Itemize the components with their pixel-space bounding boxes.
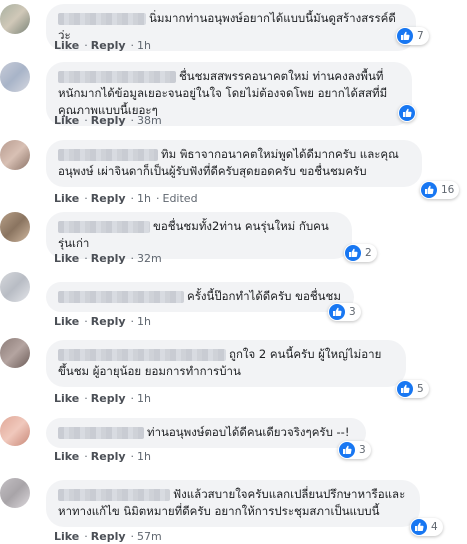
- separator: ·: [84, 192, 88, 205]
- separator: ·: [130, 39, 135, 52]
- thumbs-up-icon: [339, 442, 355, 458]
- like-link[interactable]: Like: [54, 252, 79, 265]
- separator: ·: [130, 252, 135, 265]
- like-count-badge[interactable]: 4: [410, 518, 443, 536]
- thumbs-up-icon: [397, 381, 413, 397]
- comment-bubble: ทิม พิธาจากอนาคตใหม่พูดได้ดีมากครับ และค…: [46, 140, 422, 187]
- comment-time[interactable]: 1h: [137, 192, 151, 205]
- separator: ·: [84, 39, 88, 52]
- thumbs-up-icon: [411, 519, 427, 535]
- commenter-name-redacted[interactable]: [58, 70, 176, 83]
- avatar[interactable]: [0, 140, 30, 170]
- comment-text: ท่านอนุพงษ์ตอบได้ดีคนเดียวจริงๆครับ --!: [147, 425, 350, 439]
- commenter-name-redacted[interactable]: [58, 220, 150, 233]
- thumbs-up-icon: [397, 28, 413, 44]
- like-badge[interactable]: [398, 104, 416, 122]
- like-count: 2: [365, 247, 372, 259]
- separator: ·: [156, 192, 160, 205]
- comment-actions: Like · Reply · 32m: [54, 252, 164, 265]
- like-link[interactable]: Like: [54, 392, 79, 405]
- comment-actions: Like · Reply · 1h: [54, 315, 153, 328]
- avatar[interactable]: [0, 212, 30, 242]
- like-count: 4: [431, 521, 438, 533]
- like-count-badge[interactable]: 2: [344, 244, 377, 262]
- separator: ·: [130, 450, 135, 463]
- reply-link[interactable]: Reply: [91, 252, 126, 265]
- commenter-name-redacted[interactable]: [58, 426, 144, 439]
- thumbs-up-icon: [329, 304, 345, 320]
- thumbs-up-icon: [421, 182, 437, 198]
- like-count: 16: [441, 184, 455, 196]
- like-count-badge[interactable]: 5: [396, 380, 429, 398]
- comment-actions: Like · Reply · 38m: [54, 114, 164, 127]
- like-count-badge[interactable]: 3: [338, 441, 371, 459]
- commenter-name-redacted[interactable]: [58, 148, 158, 161]
- separator: ·: [130, 392, 135, 405]
- reply-link[interactable]: Reply: [91, 114, 126, 127]
- like-link[interactable]: Like: [54, 114, 79, 127]
- like-count: 3: [359, 444, 366, 456]
- separator: ·: [84, 450, 88, 463]
- like-link[interactable]: Like: [54, 450, 79, 463]
- like-link[interactable]: Like: [54, 530, 79, 543]
- separator: ·: [84, 252, 88, 265]
- comment-time[interactable]: 32m: [137, 252, 162, 265]
- reply-link[interactable]: Reply: [91, 192, 126, 205]
- reply-link[interactable]: Reply: [91, 315, 126, 328]
- avatar[interactable]: [0, 416, 30, 446]
- thumbs-up-icon: [345, 245, 361, 261]
- comment-bubble: ท่านอนุพงษ์ตอบได้ดีคนเดียวจริงๆครับ --!: [46, 418, 366, 448]
- like-count: 7: [417, 30, 424, 42]
- like-count-badge[interactable]: 16: [420, 181, 460, 199]
- comment-time[interactable]: 38m: [137, 114, 162, 127]
- separator: ·: [84, 530, 88, 543]
- like-count: 3: [349, 306, 356, 318]
- comment-actions: Like · Reply · 1h: [54, 392, 153, 405]
- comment-time[interactable]: 1h: [137, 392, 151, 405]
- separator: ·: [130, 114, 135, 127]
- like-link[interactable]: Like: [54, 192, 79, 205]
- commenter-name-redacted[interactable]: [58, 488, 170, 501]
- separator: ·: [130, 192, 135, 205]
- comment-bubble: ถูกใจ 2 คนนี้ครับ ผู้ใหญ่ไม่อายขึ้นชม ผู…: [46, 340, 406, 387]
- comment-actions: Like · Reply · 57m: [54, 530, 164, 543]
- avatar[interactable]: [0, 478, 30, 508]
- comment-time[interactable]: 1h: [137, 315, 151, 328]
- comment-bubble: ครั้งนี้ป๊อกทำได้ดีครับ ขอชื่นชม: [46, 282, 354, 312]
- comment-bubble: ฟังแล้วสบายใจครับแลกเปลี่ยนปรึกษาหารือแล…: [46, 480, 420, 527]
- separator: ·: [84, 392, 88, 405]
- separator: ·: [84, 315, 88, 328]
- comment-actions: Like · Reply · 1h: [54, 450, 153, 463]
- comment-time[interactable]: 1h: [137, 39, 151, 52]
- avatar[interactable]: [0, 62, 30, 92]
- reply-link[interactable]: Reply: [91, 530, 126, 543]
- comment-actions: Like · Reply · 1h: [54, 39, 153, 52]
- commenter-name-redacted[interactable]: [58, 12, 146, 25]
- comment-time[interactable]: 1h: [137, 450, 151, 463]
- like-count-badge[interactable]: 7: [396, 27, 429, 45]
- separator: ·: [130, 530, 135, 543]
- like-link[interactable]: Like: [54, 39, 79, 52]
- avatar[interactable]: [0, 272, 30, 302]
- like-count-badge[interactable]: 3: [328, 303, 361, 321]
- reply-link[interactable]: Reply: [91, 450, 126, 463]
- reply-link[interactable]: Reply: [91, 39, 126, 52]
- separator: ·: [84, 114, 88, 127]
- comment-text: ครั้งนี้ป๊อกทำได้ดีครับ ขอชื่นชม: [187, 289, 341, 303]
- commenter-name-redacted[interactable]: [58, 348, 226, 361]
- avatar[interactable]: [0, 338, 30, 368]
- separator: ·: [130, 315, 135, 328]
- edited-label[interactable]: Edited: [163, 192, 198, 205]
- like-count: 5: [417, 383, 424, 395]
- avatar[interactable]: [0, 4, 30, 34]
- like-link[interactable]: Like: [54, 315, 79, 328]
- comment-time[interactable]: 57m: [137, 530, 162, 543]
- thumbs-up-icon: [399, 105, 415, 121]
- comment-actions: Like · Reply · 1h · Edited: [54, 192, 200, 205]
- commenter-name-redacted[interactable]: [58, 290, 184, 303]
- reply-link[interactable]: Reply: [91, 392, 126, 405]
